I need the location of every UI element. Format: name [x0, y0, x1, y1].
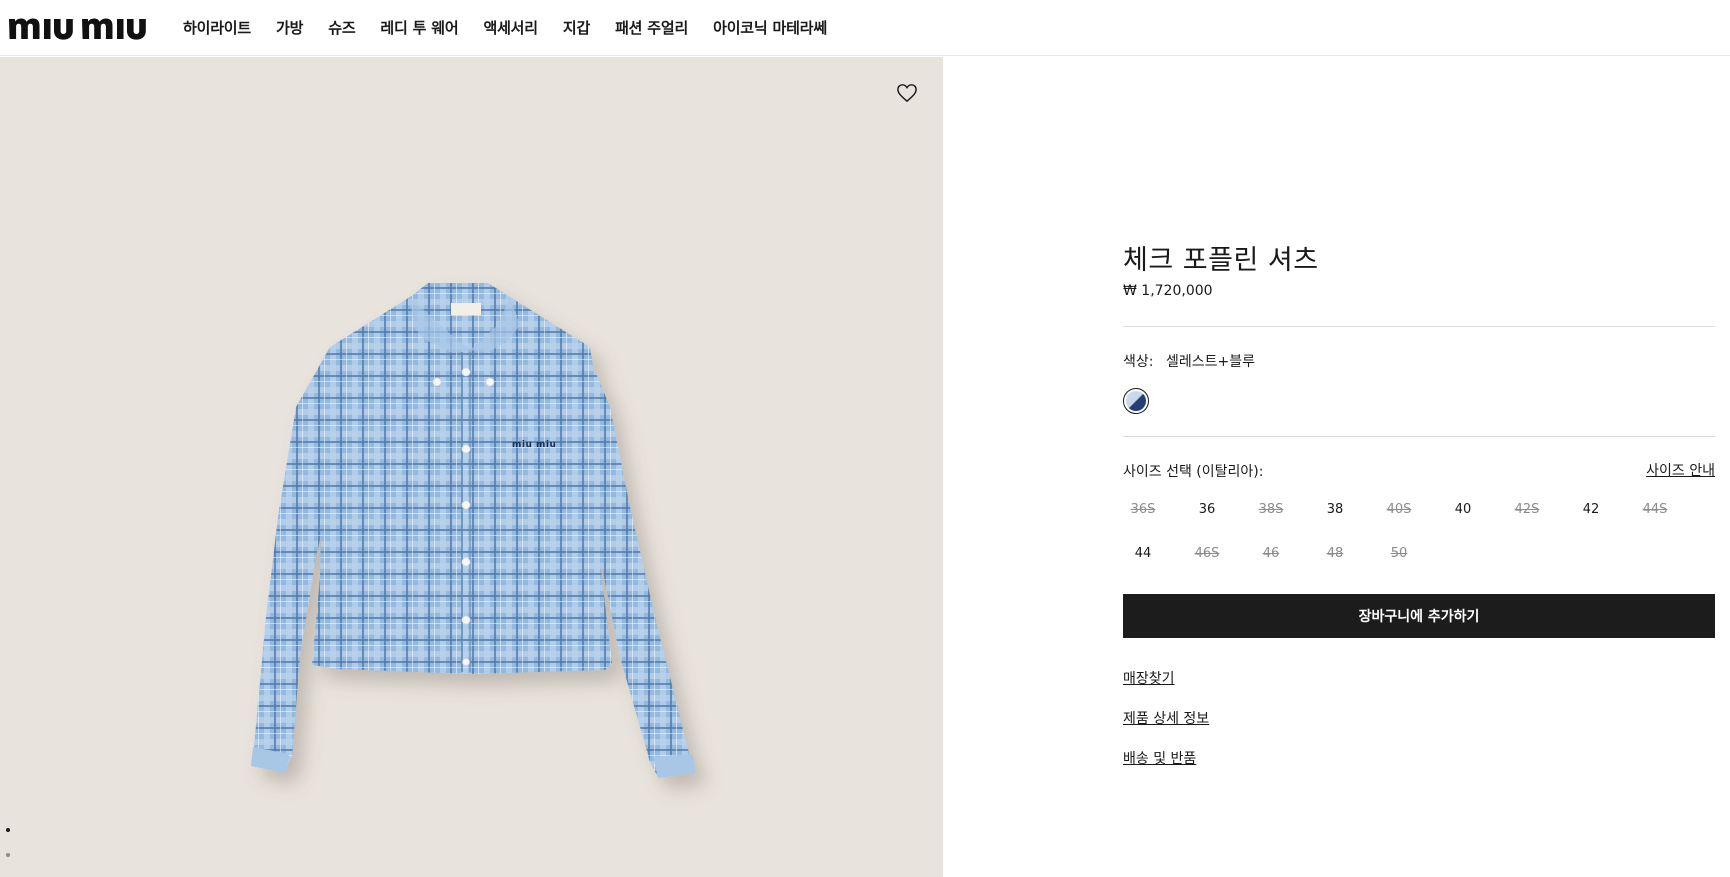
size-option[interactable]: 42: [1571, 502, 1611, 517]
size-guide-link[interactable]: 사이즈 안내: [1646, 460, 1715, 480]
gallery-dot-active[interactable]: [6, 828, 10, 832]
site-header: 하이라이트 가방 슈즈 레디 투 웨어 액세서리 지갑 패션 주얼리 아이코닉 …: [0, 0, 1730, 56]
gallery-dots: [6, 828, 10, 877]
main-nav: 하이라이트 가방 슈즈 레디 투 웨어 액세서리 지갑 패션 주얼리 아이코닉 …: [183, 17, 852, 38]
size-option[interactable]: 46S: [1187, 546, 1227, 561]
size-option[interactable]: 40S: [1379, 502, 1419, 517]
size-option[interactable]: 46: [1251, 546, 1291, 561]
store-locator-link[interactable]: 매장찾기: [1123, 668, 1175, 688]
nav-item-ready-to-wear[interactable]: 레디 투 웨어: [380, 17, 458, 38]
size-option[interactable]: 50: [1379, 546, 1419, 561]
divider: [1123, 326, 1715, 327]
product-image-panel: miu miu: [0, 57, 943, 877]
nav-item-highlights[interactable]: 하이라이트: [183, 17, 251, 38]
size-option[interactable]: 42S: [1507, 502, 1547, 517]
size-option[interactable]: 48: [1315, 546, 1355, 561]
color-label: 색상:: [1123, 354, 1154, 370]
size-option[interactable]: 36S: [1123, 502, 1163, 517]
size-option[interactable]: 38: [1315, 502, 1355, 517]
color-value: 셀레스트+블루: [1165, 354, 1255, 370]
nav-item-shoes[interactable]: 슈즈: [328, 17, 355, 38]
nav-item-fashion-jewelry[interactable]: 패션 주얼리: [615, 17, 688, 38]
add-to-cart-button[interactable]: 장바구니에 추가하기: [1123, 594, 1715, 638]
color-swatch[interactable]: [1123, 388, 1149, 414]
shipping-returns-link[interactable]: 배송 및 반품: [1123, 748, 1196, 768]
size-option[interactable]: 44S: [1635, 502, 1675, 517]
size-option[interactable]: 44: [1123, 546, 1163, 561]
shirt-brand-embroidery: miu miu: [512, 440, 557, 450]
size-option[interactable]: 38S: [1251, 502, 1291, 517]
shirt-photo: [251, 283, 696, 778]
heart-icon[interactable]: [896, 83, 918, 103]
nav-item-wallets[interactable]: 지갑: [563, 17, 590, 38]
product-price: ₩ 1,720,000: [1123, 283, 1213, 299]
divider: [1123, 436, 1715, 437]
gallery-dot[interactable]: [6, 853, 10, 857]
nav-item-iconic-matelasse[interactable]: 아이코닉 마테라쎄: [713, 17, 827, 38]
size-select-label: 사이즈 선택 (이탈리아):: [1123, 464, 1264, 480]
nav-item-bags[interactable]: 가방: [276, 17, 303, 38]
size-option[interactable]: 36: [1187, 502, 1227, 517]
brand-logo[interactable]: [9, 11, 157, 41]
product-title: 체크 포플린 셔츠: [1123, 245, 1319, 276]
nav-item-accessories[interactable]: 액세서리: [483, 17, 538, 38]
color-row: 색상: 셀레스트+블루: [1123, 351, 1255, 371]
size-option[interactable]: 40: [1443, 502, 1483, 517]
product-details-link[interactable]: 제품 상세 정보: [1123, 708, 1209, 728]
